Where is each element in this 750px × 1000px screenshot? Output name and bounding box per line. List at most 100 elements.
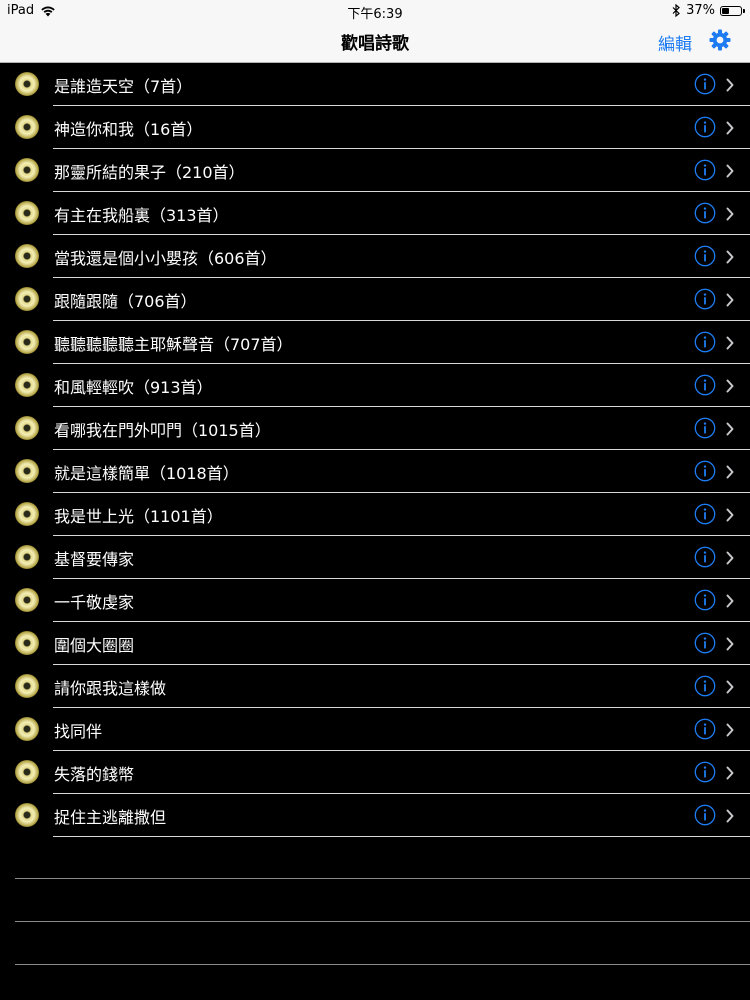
song-title: 基督要傳家 (54, 550, 135, 569)
chevron-right-icon (726, 164, 734, 178)
list-item[interactable]: 那靈所結的果子（210首） (0, 149, 750, 192)
info-icon[interactable] (694, 288, 716, 310)
chevron-right-icon (726, 379, 734, 393)
status-time: 下午6:39 (347, 7, 403, 22)
song-title: 看哪我在門外叩門（1015首） (54, 421, 271, 440)
list-item[interactable]: 找同伴 (0, 708, 750, 751)
disc-icon (15, 502, 39, 526)
list-item[interactable]: 看哪我在門外叩門（1015首） (0, 407, 750, 450)
list-item[interactable]: 跟隨跟隨（706首） (0, 278, 750, 321)
info-icon[interactable] (694, 374, 716, 396)
chevron-right-icon (726, 680, 734, 694)
chevron-right-icon (726, 723, 734, 737)
chevron-right-icon (726, 637, 734, 651)
chevron-right-icon (726, 465, 734, 479)
list-item[interactable]: 請你跟我這樣做 (0, 665, 750, 708)
empty-row-separator (15, 921, 750, 922)
song-title: 跟隨跟隨（706首） (54, 292, 197, 311)
info-icon[interactable] (694, 245, 716, 267)
disc-icon (15, 803, 39, 827)
disc-icon (15, 459, 39, 483)
info-icon[interactable] (694, 417, 716, 439)
info-icon[interactable] (694, 202, 716, 224)
disc-icon (15, 631, 39, 655)
song-list: 是誰造天空（7首） 神造你和我（16首） 那靈所結的果子（210首） 有主在我船裏（3… (0, 63, 750, 837)
chevron-right-icon (726, 78, 734, 92)
battery-level (722, 7, 729, 14)
list-item[interactable]: 圍個大圈圈 (0, 622, 750, 665)
song-title: 有主在我船裏（313首） (54, 206, 229, 225)
info-icon[interactable] (694, 546, 716, 568)
song-title: 找同伴 (54, 722, 103, 741)
info-icon[interactable] (694, 116, 716, 138)
disc-icon (15, 244, 39, 268)
song-title: 請你跟我這樣做 (54, 679, 167, 698)
disc-icon (15, 760, 39, 784)
song-title: 一千敬虔家 (54, 593, 135, 612)
page-title: 歡唱詩歌 (341, 34, 409, 54)
disc-icon (15, 373, 39, 397)
list-item[interactable]: 我是世上光（1101首） (0, 493, 750, 536)
disc-icon (15, 717, 39, 741)
chevron-right-icon (726, 293, 734, 307)
disc-icon (15, 72, 39, 96)
battery-icon (720, 5, 745, 16)
info-icon[interactable] (694, 804, 716, 826)
info-icon[interactable] (694, 718, 716, 740)
disc-icon (15, 674, 39, 698)
chevron-right-icon (726, 422, 734, 436)
info-icon[interactable] (694, 632, 716, 654)
song-title: 圍個大圈圈 (54, 636, 135, 655)
list-item[interactable]: 一千敬虔家 (0, 579, 750, 622)
status-right: 37% (672, 3, 745, 18)
gear-icon[interactable] (708, 28, 732, 52)
chevron-right-icon (726, 809, 734, 823)
chevron-right-icon (726, 121, 734, 135)
list-item[interactable]: 基督要傳家 (0, 536, 750, 579)
chevron-right-icon (726, 594, 734, 608)
list-item[interactable]: 失落的錢幣 (0, 751, 750, 794)
song-title: 就是這樣簡單（1018首） (54, 464, 239, 483)
disc-icon (15, 287, 39, 311)
list-item[interactable]: 當我還是個小小嬰孩（606首） (0, 235, 750, 278)
list-item[interactable]: 捉住主逃離撒但 (0, 794, 750, 837)
info-icon[interactable] (694, 675, 716, 697)
disc-icon (15, 330, 39, 354)
disc-icon (15, 201, 39, 225)
info-icon[interactable] (694, 331, 716, 353)
row-separator (53, 836, 750, 837)
song-title: 捉住主逃離撒但 (54, 808, 167, 827)
chevron-right-icon (726, 766, 734, 780)
empty-row-separator (15, 878, 750, 879)
edit-button[interactable]: 編輯 (658, 30, 692, 55)
song-title: 失落的錢幣 (54, 765, 135, 784)
disc-icon (15, 588, 39, 612)
song-title: 那靈所結的果子（210首） (54, 163, 245, 182)
list-item[interactable]: 神造你和我（16首） (0, 106, 750, 149)
list-item[interactable]: 和風輕輕吹（913首） (0, 364, 750, 407)
disc-icon (15, 416, 39, 440)
disc-icon (15, 158, 39, 182)
info-icon[interactable] (694, 159, 716, 181)
chevron-right-icon (726, 336, 734, 350)
navigation-bar: 歡唱詩歌 編輯 (0, 22, 750, 63)
disc-icon (15, 545, 39, 569)
song-title: 神造你和我（16首） (54, 120, 203, 139)
chevron-right-icon (726, 207, 734, 221)
info-icon[interactable] (694, 460, 716, 482)
battery-percent: 37% (686, 3, 715, 18)
empty-row-separator (15, 964, 750, 965)
info-icon[interactable] (694, 589, 716, 611)
disc-icon (15, 115, 39, 139)
info-icon[interactable] (694, 761, 716, 783)
info-icon[interactable] (694, 73, 716, 95)
list-item[interactable]: 是誰造天空（7首） (0, 63, 750, 106)
chevron-right-icon (726, 250, 734, 264)
song-title: 當我還是個小小嬰孩（606首） (54, 249, 277, 268)
list-item[interactable]: 就是這樣簡單（1018首） (0, 450, 750, 493)
list-item[interactable]: 有主在我船裏（313首） (0, 192, 750, 235)
info-icon[interactable] (694, 503, 716, 525)
chevron-right-icon (726, 508, 734, 522)
song-title: 聽聽聽聽聽主耶穌聲音（707首） (54, 335, 293, 354)
list-item[interactable]: 聽聽聽聽聽主耶穌聲音（707首） (0, 321, 750, 364)
